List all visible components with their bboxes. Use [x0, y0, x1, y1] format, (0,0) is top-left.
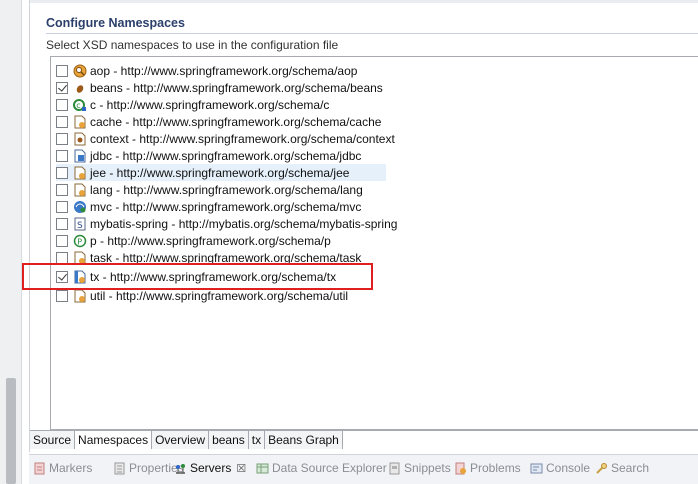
namespace-label: util - http://www.springframework.org/sc…: [90, 288, 349, 303]
tab-overview[interactable]: Overview: [152, 431, 210, 449]
view-tab-search[interactable]: Search: [595, 461, 649, 475]
namespace-label: jee - http://www.springframework.org/sch…: [90, 165, 350, 180]
namespace-label: mybatis-spring - http://mybatis.org/sche…: [90, 216, 398, 231]
svg-text:P: P: [77, 237, 82, 246]
namespace-checkbox[interactable]: [56, 183, 68, 196]
tab-source[interactable]: Source: [30, 431, 76, 449]
lang-icon: [74, 183, 86, 196]
svg-text:S: S: [77, 221, 83, 231]
close-icon[interactable]: ☒: [236, 462, 246, 475]
left-panel-strip: [0, 0, 22, 484]
tx-highlight-annotation: [22, 263, 373, 290]
namespace-item-p[interactable]: P p - http://www.springframework.org/sch…: [56, 232, 331, 249]
namespace-item-mybatis-spring[interactable]: S mybatis-spring - http://mybatis.org/sc…: [56, 215, 397, 232]
namespace-checkbox[interactable]: [56, 149, 68, 162]
namespace-label: lang - http://www.springframework.org/sc…: [90, 182, 363, 197]
context-icon: [74, 132, 86, 145]
tab-tx[interactable]: tx: [248, 431, 266, 449]
view-tab-label: Servers: [190, 461, 232, 475]
namespace-checkbox[interactable]: [56, 166, 68, 179]
namespace-item-beans[interactable]: beans - http://www.springframework.org/s…: [56, 79, 383, 96]
namespace-item-jdbc[interactable]: jdbc - http://www.springframework.org/sc…: [56, 147, 361, 164]
snippets-icon: [389, 462, 400, 474]
mybatis-icon: S: [74, 217, 86, 231]
aop-icon: [73, 64, 87, 77]
view-tab-label: Markers: [49, 461, 93, 475]
view-tab-label: Snippets: [404, 461, 451, 475]
c-icon: c: [73, 98, 86, 111]
namespace-item-cache[interactable]: cache - http://www.springframework.org/s…: [56, 113, 381, 130]
section-separator: [46, 33, 698, 34]
views-tab-bar: Markers Properties Servers ☒ Data Source…: [29, 454, 698, 484]
jdbc-icon: [74, 149, 86, 162]
search-icon: [596, 462, 607, 474]
namespace-checkbox[interactable]: [56, 289, 68, 302]
namespace-label: mvc - http://www.springframework.org/sch…: [90, 199, 362, 214]
problems-icon: [455, 462, 466, 474]
namespace-label: cache - http://www.springframework.org/s…: [90, 114, 382, 129]
namespace-checkbox[interactable]: [56, 132, 68, 145]
view-tab-label: Data Source Explorer: [272, 461, 387, 475]
view-tab-problems[interactable]: Problems: [454, 461, 521, 475]
namespace-label: beans - http://www.springframework.org/s…: [90, 80, 383, 95]
view-tab-servers[interactable]: Servers ☒: [174, 461, 246, 475]
namespace-checkbox[interactable]: [56, 200, 68, 213]
section-title: Configure Namespaces: [46, 16, 185, 30]
section-description: Select XSD namespaces to use in the conf…: [46, 38, 339, 52]
namespace-item-aop[interactable]: aop - http://www.springframework.org/sch…: [56, 62, 357, 79]
view-tab-console[interactable]: Console: [530, 461, 590, 475]
namespace-item-lang[interactable]: lang - http://www.springframework.org/sc…: [56, 181, 363, 198]
view-tab-label: Problems: [470, 461, 521, 475]
tab-namespaces[interactable]: Namespaces: [75, 431, 153, 449]
beans-icon: [76, 84, 84, 93]
view-tab-snippets[interactable]: Snippets: [388, 461, 451, 475]
section-top-border: [30, 0, 698, 3]
markers-icon: [34, 462, 45, 474]
namespace-label: jdbc - http://www.springframework.org/sc…: [90, 148, 362, 163]
p-icon: P: [73, 234, 87, 247]
console-icon: [530, 463, 543, 473]
cache-icon: [74, 115, 86, 128]
view-tab-label: Console: [546, 461, 591, 475]
namespace-label: p - http://www.springframework.org/schem…: [90, 233, 331, 248]
data-source-icon: [256, 463, 269, 473]
namespace-label: aop - http://www.springframework.org/sch…: [90, 63, 358, 78]
namespace-checkbox[interactable]: [56, 115, 68, 128]
namespace-checkbox[interactable]: [56, 234, 68, 247]
editor-tab-bar: Source Namespaces Overview beans tx Bean…: [30, 430, 698, 449]
left-scrollbar[interactable]: [6, 378, 16, 484]
namespace-list[interactable]: aop - http://www.springframework.org/sch…: [50, 56, 698, 430]
namespaces-editor: Configure Namespaces Select XSD namespac…: [29, 0, 698, 452]
jee-icon: [74, 166, 86, 179]
namespace-item-mvc[interactable]: mvc - http://www.springframework.org/sch…: [56, 198, 361, 215]
view-tab-data-source-explorer[interactable]: Data Source Explorer: [256, 461, 387, 475]
namespace-checkbox[interactable]: [56, 98, 68, 111]
namespace-label: context - http://www.springframework.org…: [90, 131, 395, 146]
namespace-item-c[interactable]: c c - http://www.springframework.org/sch…: [56, 96, 329, 113]
namespace-label: c - http://www.springframework.org/schem…: [90, 97, 330, 112]
mvc-icon: [74, 200, 86, 213]
view-tab-label: Search: [611, 461, 650, 475]
tab-beans[interactable]: beans: [209, 431, 249, 449]
svg-text:c: c: [76, 101, 80, 110]
namespace-checkbox[interactable]: [56, 217, 68, 230]
tab-beans-graph[interactable]: Beans Graph: [265, 431, 343, 449]
properties-icon: [114, 462, 125, 474]
namespace-checkbox[interactable]: [56, 81, 68, 94]
namespace-item-jee[interactable]: jee - http://www.springframework.org/sch…: [56, 164, 386, 181]
namespace-checkbox[interactable]: [56, 251, 68, 264]
namespace-checkbox[interactable]: [56, 64, 68, 77]
servers-icon: [176, 463, 185, 474]
util-icon: [74, 289, 86, 302]
namespace-item-context[interactable]: context - http://www.springframework.org…: [56, 130, 395, 147]
view-tab-markers[interactable]: Markers: [33, 461, 92, 475]
